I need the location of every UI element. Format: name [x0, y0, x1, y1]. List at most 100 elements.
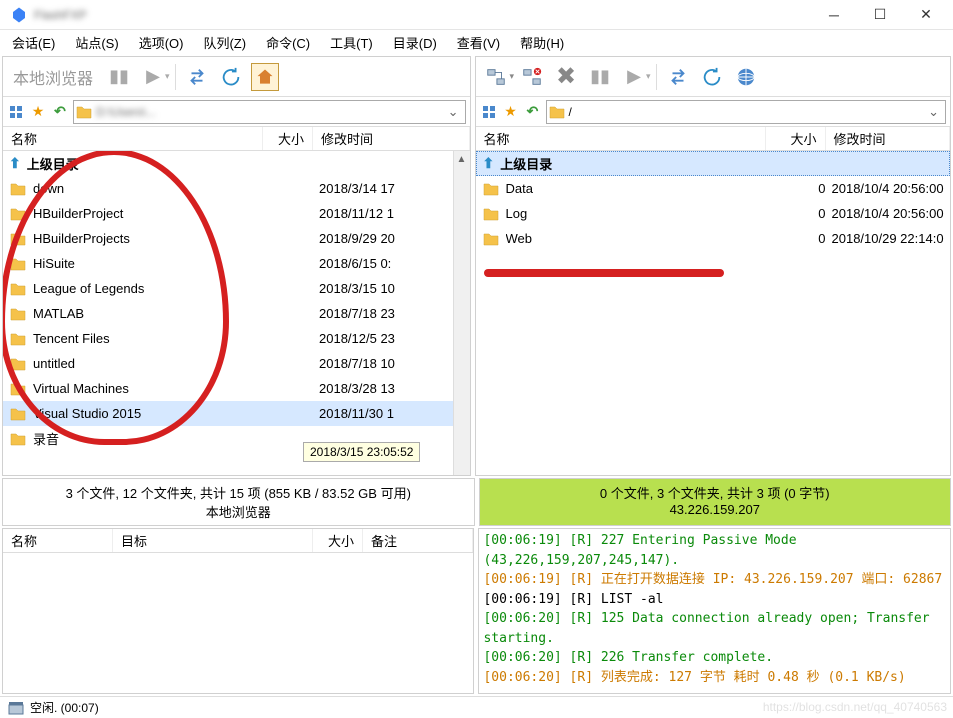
- menu-view[interactable]: 查看(V): [449, 31, 508, 54]
- menu-directory[interactable]: 目录(D): [385, 31, 445, 54]
- log-line: [00:06:19] [R] LIST -al: [483, 590, 946, 610]
- row-up[interactable]: ⬆ 上级目录: [3, 151, 470, 176]
- menu-help[interactable]: 帮助(H): [512, 31, 572, 54]
- remote-pane: ▾ ✖ ▮▮ ▶ ▾ ★ ↶ / ⌄ 名称 大小 修改时间: [475, 56, 952, 476]
- maximize-button[interactable]: ☐: [857, 0, 903, 30]
- up-icon[interactable]: ↶: [524, 103, 542, 121]
- up-arrow-icon: ⬆: [9, 155, 21, 172]
- remote-file-list[interactable]: ⬆ 上级目录 Data02018/10/4 20:56:00Log02018/1…: [476, 151, 951, 475]
- home-icon[interactable]: [251, 63, 279, 91]
- folder-icon: [9, 282, 27, 296]
- local-label: 本地浏览器: [7, 65, 93, 89]
- list-item[interactable]: MATLAB2018/7/18 23: [3, 301, 470, 326]
- log-line: [00:06:20] [R] 列表完成: 127 字节 耗时 0.48 秒 (0…: [483, 668, 946, 688]
- red-underline-annotation: [484, 269, 724, 277]
- log-line: [00:06:20] [R] 125 Data connection alrea…: [483, 609, 946, 648]
- transfer-icon[interactable]: [183, 63, 211, 91]
- queue-header: 名称 目标 大小 备注: [3, 529, 473, 553]
- connect-icon[interactable]: [482, 63, 510, 91]
- list-item[interactable]: Data02018/10/4 20:56:00: [476, 176, 951, 201]
- dropdown-icon[interactable]: ⌄: [924, 104, 943, 120]
- folder-icon: [76, 104, 92, 120]
- pause-icon[interactable]: ▮▮: [586, 63, 614, 91]
- list-item[interactable]: League of Legends2018/3/15 10: [3, 276, 470, 301]
- favorite-icon[interactable]: ★: [502, 103, 520, 121]
- qcol-target[interactable]: 目标: [113, 529, 313, 552]
- pause-icon[interactable]: ▮▮: [105, 63, 133, 91]
- abort-icon[interactable]: ✖: [552, 63, 580, 91]
- list-item[interactable]: HiSuite2018/6/15 0:: [3, 251, 470, 276]
- list-item[interactable]: Web02018/10/29 22:14:00: [476, 226, 951, 251]
- list-item[interactable]: HBuilderProject2018/11/12 1: [3, 201, 470, 226]
- folder-icon: [9, 207, 27, 221]
- refresh-icon[interactable]: [217, 63, 245, 91]
- log-line: [00:06:19] [R] 227 Entering Passive Mode…: [483, 531, 946, 570]
- col-size[interactable]: 大小: [766, 127, 826, 150]
- folder-icon: [9, 357, 27, 371]
- remote-status: 0 个文件, 3 个文件夹, 共计 3 项 (0 字节) 43.226.159.…: [479, 478, 952, 526]
- app-icon: [10, 6, 28, 24]
- menu-options[interactable]: 选项(O): [131, 31, 192, 54]
- status-strip: 3 个文件, 12 个文件夹, 共计 15 项 (855 KB / 83.52 …: [0, 478, 953, 526]
- dropdown-icon[interactable]: ⌄: [444, 104, 463, 120]
- list-item[interactable]: Log02018/10/4 20:56:00: [476, 201, 951, 226]
- col-time[interactable]: 修改时间: [313, 127, 470, 150]
- favorite-icon[interactable]: ★: [29, 103, 47, 121]
- menu-sites[interactable]: 站点(S): [67, 31, 126, 54]
- scroll-up-icon[interactable]: ▲: [454, 151, 470, 168]
- disconnect-icon[interactable]: [518, 63, 546, 91]
- col-name[interactable]: 名称: [3, 127, 263, 150]
- remote-path-input[interactable]: / ⌄: [546, 100, 947, 124]
- list-item[interactable]: Virtual Machines2018/3/28 13: [3, 376, 470, 401]
- globe-icon[interactable]: [732, 63, 760, 91]
- folder-icon: [549, 104, 565, 120]
- refresh-icon[interactable]: [698, 63, 726, 91]
- log-line: [00:06:20] [R] 226 Transfer complete.: [483, 648, 946, 668]
- list-item[interactable]: HBuilderProjects2018/9/29 20: [3, 226, 470, 251]
- list-item[interactable]: Visual Studio 20152018/11/30 1: [3, 401, 470, 426]
- col-size[interactable]: 大小: [263, 127, 313, 150]
- tree-icon[interactable]: [7, 103, 25, 121]
- minimize-button[interactable]: ─: [811, 0, 857, 30]
- tree-icon[interactable]: [480, 103, 498, 121]
- col-time[interactable]: 修改时间: [826, 127, 951, 150]
- qcol-size[interactable]: 大小: [313, 529, 363, 552]
- up-icon[interactable]: ↶: [51, 103, 69, 121]
- folder-icon: [9, 332, 27, 346]
- close-button[interactable]: ✕: [903, 0, 949, 30]
- statusbar: 空闲. (00:07): [0, 696, 953, 718]
- play-icon[interactable]: ▶: [620, 63, 648, 91]
- tooltip: 2018/3/15 23:05:52: [303, 442, 420, 462]
- folder-icon: [9, 382, 27, 396]
- local-toolbar: 本地浏览器 ▮▮ ▶ ▾: [3, 57, 470, 97]
- folder-icon: [9, 432, 27, 446]
- menu-tools[interactable]: 工具(T): [322, 31, 381, 54]
- transfer-icon[interactable]: [664, 63, 692, 91]
- folder-icon: [9, 182, 27, 196]
- log-pane[interactable]: [00:06:19] [R] 227 Entering Passive Mode…: [478, 528, 951, 694]
- folder-icon: [9, 257, 27, 271]
- menu-commands[interactable]: 命令(C): [258, 31, 318, 54]
- list-item[interactable]: Tencent Files2018/12/5 23: [3, 326, 470, 351]
- list-item[interactable]: untitled2018/7/18 10: [3, 351, 470, 376]
- col-name[interactable]: 名称: [476, 127, 766, 150]
- local-pane: 本地浏览器 ▮▮ ▶ ▾ ★ ↶ D:\Users\... ⌄ 名称 大小 修改…: [2, 56, 471, 476]
- scrollbar[interactable]: ▲: [453, 151, 470, 475]
- up-arrow-icon: ⬆: [483, 155, 495, 172]
- play-icon[interactable]: ▶: [139, 63, 167, 91]
- qcol-note[interactable]: 备注: [363, 529, 473, 552]
- row-up[interactable]: ⬆ 上级目录: [476, 151, 951, 176]
- status-text: 空闲. (00:07): [30, 699, 99, 716]
- folder-icon: [482, 207, 500, 221]
- remote-pathbar: ★ ↶ / ⌄: [476, 97, 951, 127]
- list-item[interactable]: down2018/3/14 17: [3, 176, 470, 201]
- menu-queue[interactable]: 队列(Z): [195, 31, 254, 54]
- menu-session[interactable]: 会话(E): [4, 31, 63, 54]
- local-file-list[interactable]: ⬆ 上级目录 down2018/3/14 17HBuilderProject20…: [3, 151, 470, 475]
- local-list-header: 名称 大小 修改时间: [3, 127, 470, 151]
- folder-icon: [482, 232, 500, 246]
- folder-icon: [9, 307, 27, 321]
- qcol-name[interactable]: 名称: [3, 529, 113, 552]
- window-title: FlashFXP: [34, 8, 811, 22]
- local-path-input[interactable]: D:\Users\... ⌄: [73, 100, 466, 124]
